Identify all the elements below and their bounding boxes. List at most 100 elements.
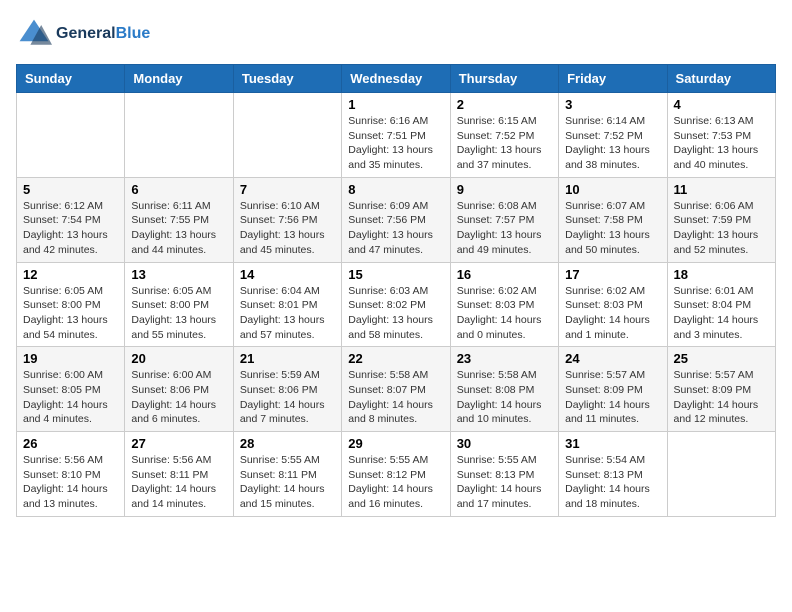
day-info: Sunrise: 6:07 AMSunset: 7:58 PMDaylight:… xyxy=(565,199,660,258)
day-info: Sunrise: 5:58 AMSunset: 8:07 PMDaylight:… xyxy=(348,368,443,427)
day-info: Sunrise: 6:01 AMSunset: 8:04 PMDaylight:… xyxy=(674,284,769,343)
day-number: 21 xyxy=(240,351,335,366)
page-header: GeneralBlue xyxy=(16,16,776,52)
day-number: 1 xyxy=(348,97,443,112)
calendar-cell: 5 Sunrise: 6:12 AMSunset: 7:54 PMDayligh… xyxy=(17,177,125,262)
day-number: 23 xyxy=(457,351,552,366)
weekday-header: Friday xyxy=(559,65,667,93)
calendar-cell: 8 Sunrise: 6:09 AMSunset: 7:56 PMDayligh… xyxy=(342,177,450,262)
calendar-cell: 4 Sunrise: 6:13 AMSunset: 7:53 PMDayligh… xyxy=(667,93,775,178)
day-number: 26 xyxy=(23,436,118,451)
logo-icon xyxy=(16,16,52,52)
day-number: 5 xyxy=(23,182,118,197)
calendar-cell: 24 Sunrise: 5:57 AMSunset: 8:09 PMDaylig… xyxy=(559,347,667,432)
calendar-week-row: 5 Sunrise: 6:12 AMSunset: 7:54 PMDayligh… xyxy=(17,177,776,262)
day-number: 2 xyxy=(457,97,552,112)
day-number: 3 xyxy=(565,97,660,112)
day-number: 30 xyxy=(457,436,552,451)
calendar-cell: 30 Sunrise: 5:55 AMSunset: 8:13 PMDaylig… xyxy=(450,432,558,517)
calendar-week-row: 12 Sunrise: 6:05 AMSunset: 8:00 PMDaylig… xyxy=(17,262,776,347)
day-number: 25 xyxy=(674,351,769,366)
day-info: Sunrise: 6:13 AMSunset: 7:53 PMDaylight:… xyxy=(674,114,769,173)
calendar-week-row: 1 Sunrise: 6:16 AMSunset: 7:51 PMDayligh… xyxy=(17,93,776,178)
calendar-cell: 23 Sunrise: 5:58 AMSunset: 8:08 PMDaylig… xyxy=(450,347,558,432)
calendar-cell: 3 Sunrise: 6:14 AMSunset: 7:52 PMDayligh… xyxy=(559,93,667,178)
day-number: 7 xyxy=(240,182,335,197)
day-info: Sunrise: 6:15 AMSunset: 7:52 PMDaylight:… xyxy=(457,114,552,173)
day-info: Sunrise: 6:06 AMSunset: 7:59 PMDaylight:… xyxy=(674,199,769,258)
day-number: 19 xyxy=(23,351,118,366)
day-number: 9 xyxy=(457,182,552,197)
day-info: Sunrise: 6:00 AMSunset: 8:05 PMDaylight:… xyxy=(23,368,118,427)
calendar-cell: 18 Sunrise: 6:01 AMSunset: 8:04 PMDaylig… xyxy=(667,262,775,347)
weekday-header: Thursday xyxy=(450,65,558,93)
day-info: Sunrise: 6:10 AMSunset: 7:56 PMDaylight:… xyxy=(240,199,335,258)
day-info: Sunrise: 5:55 AMSunset: 8:12 PMDaylight:… xyxy=(348,453,443,512)
weekday-header: Sunday xyxy=(17,65,125,93)
calendar-cell: 9 Sunrise: 6:08 AMSunset: 7:57 PMDayligh… xyxy=(450,177,558,262)
day-info: Sunrise: 5:56 AMSunset: 8:11 PMDaylight:… xyxy=(131,453,226,512)
day-info: Sunrise: 5:55 AMSunset: 8:11 PMDaylight:… xyxy=(240,453,335,512)
calendar-cell: 16 Sunrise: 6:02 AMSunset: 8:03 PMDaylig… xyxy=(450,262,558,347)
day-info: Sunrise: 6:00 AMSunset: 8:06 PMDaylight:… xyxy=(131,368,226,427)
day-number: 18 xyxy=(674,267,769,282)
day-info: Sunrise: 6:04 AMSunset: 8:01 PMDaylight:… xyxy=(240,284,335,343)
day-number: 29 xyxy=(348,436,443,451)
day-info: Sunrise: 6:09 AMSunset: 7:56 PMDaylight:… xyxy=(348,199,443,258)
day-info: Sunrise: 6:02 AMSunset: 8:03 PMDaylight:… xyxy=(565,284,660,343)
calendar-cell: 27 Sunrise: 5:56 AMSunset: 8:11 PMDaylig… xyxy=(125,432,233,517)
day-number: 10 xyxy=(565,182,660,197)
calendar-cell: 12 Sunrise: 6:05 AMSunset: 8:00 PMDaylig… xyxy=(17,262,125,347)
calendar-cell: 26 Sunrise: 5:56 AMSunset: 8:10 PMDaylig… xyxy=(17,432,125,517)
day-info: Sunrise: 6:03 AMSunset: 8:02 PMDaylight:… xyxy=(348,284,443,343)
weekday-header: Tuesday xyxy=(233,65,341,93)
day-info: Sunrise: 6:05 AMSunset: 8:00 PMDaylight:… xyxy=(23,284,118,343)
day-info: Sunrise: 6:14 AMSunset: 7:52 PMDaylight:… xyxy=(565,114,660,173)
calendar-cell: 10 Sunrise: 6:07 AMSunset: 7:58 PMDaylig… xyxy=(559,177,667,262)
calendar-cell: 25 Sunrise: 5:57 AMSunset: 8:09 PMDaylig… xyxy=(667,347,775,432)
day-number: 15 xyxy=(348,267,443,282)
day-info: Sunrise: 6:12 AMSunset: 7:54 PMDaylight:… xyxy=(23,199,118,258)
calendar-cell xyxy=(233,93,341,178)
day-number: 22 xyxy=(348,351,443,366)
calendar-cell: 21 Sunrise: 5:59 AMSunset: 8:06 PMDaylig… xyxy=(233,347,341,432)
day-number: 12 xyxy=(23,267,118,282)
calendar-table: SundayMondayTuesdayWednesdayThursdayFrid… xyxy=(16,64,776,517)
calendar-cell: 7 Sunrise: 6:10 AMSunset: 7:56 PMDayligh… xyxy=(233,177,341,262)
day-number: 20 xyxy=(131,351,226,366)
weekday-header: Saturday xyxy=(667,65,775,93)
day-number: 31 xyxy=(565,436,660,451)
day-info: Sunrise: 5:55 AMSunset: 8:13 PMDaylight:… xyxy=(457,453,552,512)
day-info: Sunrise: 5:54 AMSunset: 8:13 PMDaylight:… xyxy=(565,453,660,512)
logo-text: GeneralBlue xyxy=(56,24,150,43)
day-info: Sunrise: 6:02 AMSunset: 8:03 PMDaylight:… xyxy=(457,284,552,343)
calendar-cell xyxy=(125,93,233,178)
day-number: 11 xyxy=(674,182,769,197)
calendar-cell: 17 Sunrise: 6:02 AMSunset: 8:03 PMDaylig… xyxy=(559,262,667,347)
calendar-week-row: 26 Sunrise: 5:56 AMSunset: 8:10 PMDaylig… xyxy=(17,432,776,517)
weekday-header: Monday xyxy=(125,65,233,93)
calendar-cell: 31 Sunrise: 5:54 AMSunset: 8:13 PMDaylig… xyxy=(559,432,667,517)
calendar-cell: 13 Sunrise: 6:05 AMSunset: 8:00 PMDaylig… xyxy=(125,262,233,347)
day-number: 17 xyxy=(565,267,660,282)
calendar-cell: 19 Sunrise: 6:00 AMSunset: 8:05 PMDaylig… xyxy=(17,347,125,432)
day-number: 14 xyxy=(240,267,335,282)
calendar-cell: 29 Sunrise: 5:55 AMSunset: 8:12 PMDaylig… xyxy=(342,432,450,517)
day-number: 28 xyxy=(240,436,335,451)
calendar-cell: 14 Sunrise: 6:04 AMSunset: 8:01 PMDaylig… xyxy=(233,262,341,347)
day-info: Sunrise: 6:11 AMSunset: 7:55 PMDaylight:… xyxy=(131,199,226,258)
calendar-cell xyxy=(17,93,125,178)
day-number: 4 xyxy=(674,97,769,112)
day-number: 6 xyxy=(131,182,226,197)
calendar-cell: 2 Sunrise: 6:15 AMSunset: 7:52 PMDayligh… xyxy=(450,93,558,178)
day-number: 27 xyxy=(131,436,226,451)
calendar-header-row: SundayMondayTuesdayWednesdayThursdayFrid… xyxy=(17,65,776,93)
day-number: 13 xyxy=(131,267,226,282)
calendar-cell xyxy=(667,432,775,517)
day-number: 8 xyxy=(348,182,443,197)
logo: GeneralBlue xyxy=(16,16,150,52)
day-info: Sunrise: 5:58 AMSunset: 8:08 PMDaylight:… xyxy=(457,368,552,427)
calendar-cell: 15 Sunrise: 6:03 AMSunset: 8:02 PMDaylig… xyxy=(342,262,450,347)
weekday-header: Wednesday xyxy=(342,65,450,93)
calendar-cell: 28 Sunrise: 5:55 AMSunset: 8:11 PMDaylig… xyxy=(233,432,341,517)
